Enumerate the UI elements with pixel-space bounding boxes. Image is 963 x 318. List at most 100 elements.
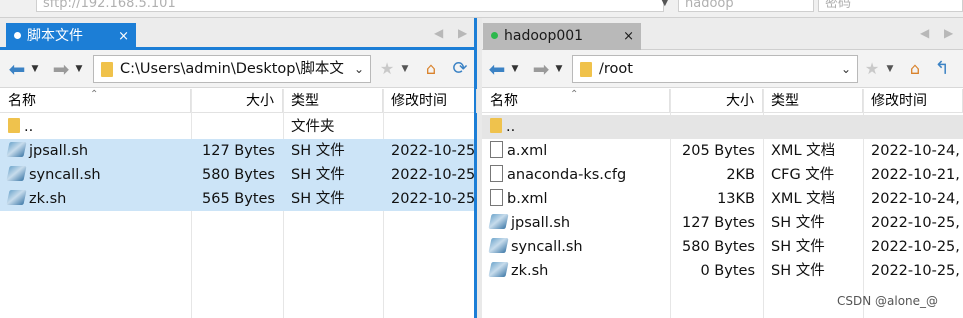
- column-name[interactable]: 名称 ⌃: [0, 89, 191, 113]
- shell-script-icon: [488, 262, 509, 277]
- file-name: zk.sh: [511, 263, 549, 279]
- file-size: 580 Bytes: [202, 167, 275, 183]
- file-mtime: 2022-10-24,: [871, 143, 960, 159]
- tab-scroll-right-icon[interactable]: ▶: [458, 26, 467, 40]
- file-name: jpsall.sh: [511, 215, 571, 231]
- path-dropdown-icon[interactable]: ⌄: [841, 56, 851, 82]
- file-name: a.xml: [507, 143, 548, 159]
- folder-icon: [101, 62, 113, 77]
- file-name: b.xml: [507, 191, 548, 207]
- list-item-parent[interactable]: .. 文件夹: [0, 115, 474, 139]
- file-type: XML 文档: [771, 191, 836, 207]
- column-type[interactable]: 类型: [283, 89, 383, 113]
- file-type: SH 文件: [291, 143, 345, 159]
- tab-label: 脚本文件: [27, 28, 83, 44]
- local-column-header: 名称 ⌃ 大小 类型 修改时间: [0, 89, 477, 113]
- file-mtime: 2022-10-25,: [871, 263, 960, 279]
- remote-column-header: 名称 ⌃ 大小 类型 修改时间: [482, 89, 963, 113]
- file-mtime: 2022-10-25: [391, 167, 476, 183]
- folder-icon: [580, 62, 592, 77]
- list-item-zk[interactable]: zk.sh 0 Bytes SH 文件 2022-10-25,: [482, 259, 963, 283]
- local-path-text: C:\Users\admin\Desktop\脚本文: [120, 61, 344, 77]
- host-field[interactable]: sftp://192.168.5.101: [36, 0, 664, 12]
- close-icon[interactable]: ×: [118, 23, 129, 50]
- file-type: SH 文件: [771, 239, 825, 255]
- column-label: 名称: [490, 93, 518, 109]
- file-size: 0 Bytes: [700, 263, 755, 279]
- file-mtime: 2022-10-25,: [871, 215, 960, 231]
- list-item-zk[interactable]: zk.sh 565 Bytes SH 文件 2022-10-25: [0, 187, 476, 211]
- back-history-icon[interactable]: ▼: [28, 59, 42, 79]
- refresh-icon[interactable]: ⟳: [450, 59, 470, 79]
- tab-scroll-left-icon[interactable]: ◀: [920, 26, 929, 40]
- tab-scroll-left-icon[interactable]: ◀: [434, 26, 443, 40]
- file-name: syncall.sh: [511, 239, 583, 255]
- remote-path-text: /root: [599, 61, 633, 77]
- file-type: SH 文件: [291, 167, 345, 183]
- column-name[interactable]: 名称 ⌃: [482, 89, 670, 113]
- path-dropdown-icon[interactable]: ⌄: [354, 56, 364, 82]
- file-mtime: 2022-10-25: [391, 191, 476, 207]
- file-type: CFG 文件: [771, 167, 835, 183]
- sort-icon: ⌃: [570, 89, 579, 100]
- tab-hadoop001[interactable]: hadoop001 ×: [483, 23, 641, 50]
- local-toolbar: ⬅ ▼ ➡ ▼ C:\Users\admin\Desktop\脚本文 ⌄ ★ ▼…: [0, 50, 474, 88]
- column-mtime[interactable]: 修改时间: [863, 89, 963, 113]
- local-pane: 脚本文件 × ◀ ▶ ⬅ ▼ ➡ ▼ C:\Users\admin\Deskto…: [0, 18, 477, 318]
- list-item-jpsall[interactable]: jpsall.sh 127 Bytes SH 文件 2022-10-25: [0, 139, 475, 163]
- bookmark-star-icon[interactable]: ★: [378, 59, 396, 79]
- file-size: 127 Bytes: [202, 143, 275, 159]
- forward-arrow-icon[interactable]: ➡: [50, 59, 72, 79]
- file-type: 文件夹: [291, 119, 335, 135]
- tab-status-icon: [14, 32, 21, 39]
- watermark: CSDN @alone_@: [837, 294, 939, 308]
- forward-history-icon[interactable]: ▼: [72, 59, 86, 79]
- list-item-a-xml[interactable]: a.xml 205 Bytes XML 文档 2022-10-24,: [482, 139, 963, 163]
- file-size: 127 Bytes: [682, 215, 755, 231]
- password-field[interactable]: 密码: [818, 0, 963, 12]
- bookmark-dropdown-icon[interactable]: ▼: [884, 59, 896, 79]
- file-type: XML 文档: [771, 143, 836, 159]
- bookmark-star-icon[interactable]: ★: [863, 59, 881, 79]
- forward-history-icon[interactable]: ▼: [552, 59, 566, 79]
- forward-arrow-icon[interactable]: ➡: [530, 59, 552, 79]
- remote-path-field[interactable]: /root ⌄: [572, 55, 858, 83]
- bookmark-dropdown-icon[interactable]: ▼: [399, 59, 411, 79]
- remote-pane: hadoop001 × ◀ ▶ ⬅ ▼ ➡ ▼ /root ⌄ ★ ▼ ⌂ ↰ …: [482, 18, 963, 318]
- file-size: 205 Bytes: [682, 143, 755, 159]
- remote-toolbar: ⬅ ▼ ➡ ▼ /root ⌄ ★ ▼ ⌂ ↰: [482, 50, 963, 88]
- shell-script-icon: [488, 214, 509, 229]
- file-name: ..: [506, 119, 516, 135]
- list-item-anaconda-ks[interactable]: anaconda-ks.cfg 2KB CFG 文件 2022-10-21,: [482, 163, 963, 187]
- back-arrow-icon[interactable]: ⬅: [6, 59, 28, 79]
- host-dropdown-icon[interactable]: ▼: [661, 0, 669, 8]
- file-size: 2KB: [726, 167, 755, 183]
- file-name: anaconda-ks.cfg: [507, 167, 627, 183]
- list-item-syncall[interactable]: syncall.sh 580 Bytes SH 文件 2022-10-25: [0, 163, 476, 187]
- column-type[interactable]: 类型: [763, 89, 863, 113]
- file-name: jpsall.sh: [29, 143, 89, 159]
- user-field[interactable]: hadoop: [678, 0, 814, 12]
- local-path-field[interactable]: C:\Users\admin\Desktop\脚本文 ⌄: [93, 55, 371, 83]
- tab-label: hadoop001: [504, 28, 584, 44]
- remote-tabstrip: hadoop001 × ◀ ▶: [482, 18, 963, 50]
- list-item-b-xml[interactable]: b.xml 13KB XML 文档 2022-10-24,: [482, 187, 963, 211]
- tab-scroll-right-icon[interactable]: ▶: [944, 26, 953, 40]
- back-history-icon[interactable]: ▼: [508, 59, 522, 79]
- back-arrow-icon[interactable]: ⬅: [486, 59, 508, 79]
- column-size[interactable]: 大小: [670, 89, 763, 113]
- column-size[interactable]: 大小: [191, 89, 283, 113]
- list-item-jpsall[interactable]: jpsall.sh 127 Bytes SH 文件 2022-10-25,: [482, 211, 963, 235]
- tab-local-scripts[interactable]: 脚本文件 ×: [6, 23, 136, 50]
- folder-icon: [8, 118, 20, 133]
- connected-status-icon: [491, 32, 498, 39]
- list-item-syncall[interactable]: syncall.sh 580 Bytes SH 文件 2022-10-25,: [482, 235, 963, 259]
- local-tabstrip: 脚本文件 × ◀ ▶: [0, 18, 474, 50]
- column-mtime[interactable]: 修改时间: [383, 89, 477, 113]
- home-icon[interactable]: ⌂: [905, 59, 925, 79]
- list-item-parent[interactable]: ..: [482, 115, 963, 139]
- home-icon[interactable]: ⌂: [421, 59, 441, 79]
- parent-folder-icon[interactable]: ↰: [932, 59, 952, 79]
- file-mtime: 2022-10-24,: [871, 191, 960, 207]
- close-icon[interactable]: ×: [623, 23, 634, 50]
